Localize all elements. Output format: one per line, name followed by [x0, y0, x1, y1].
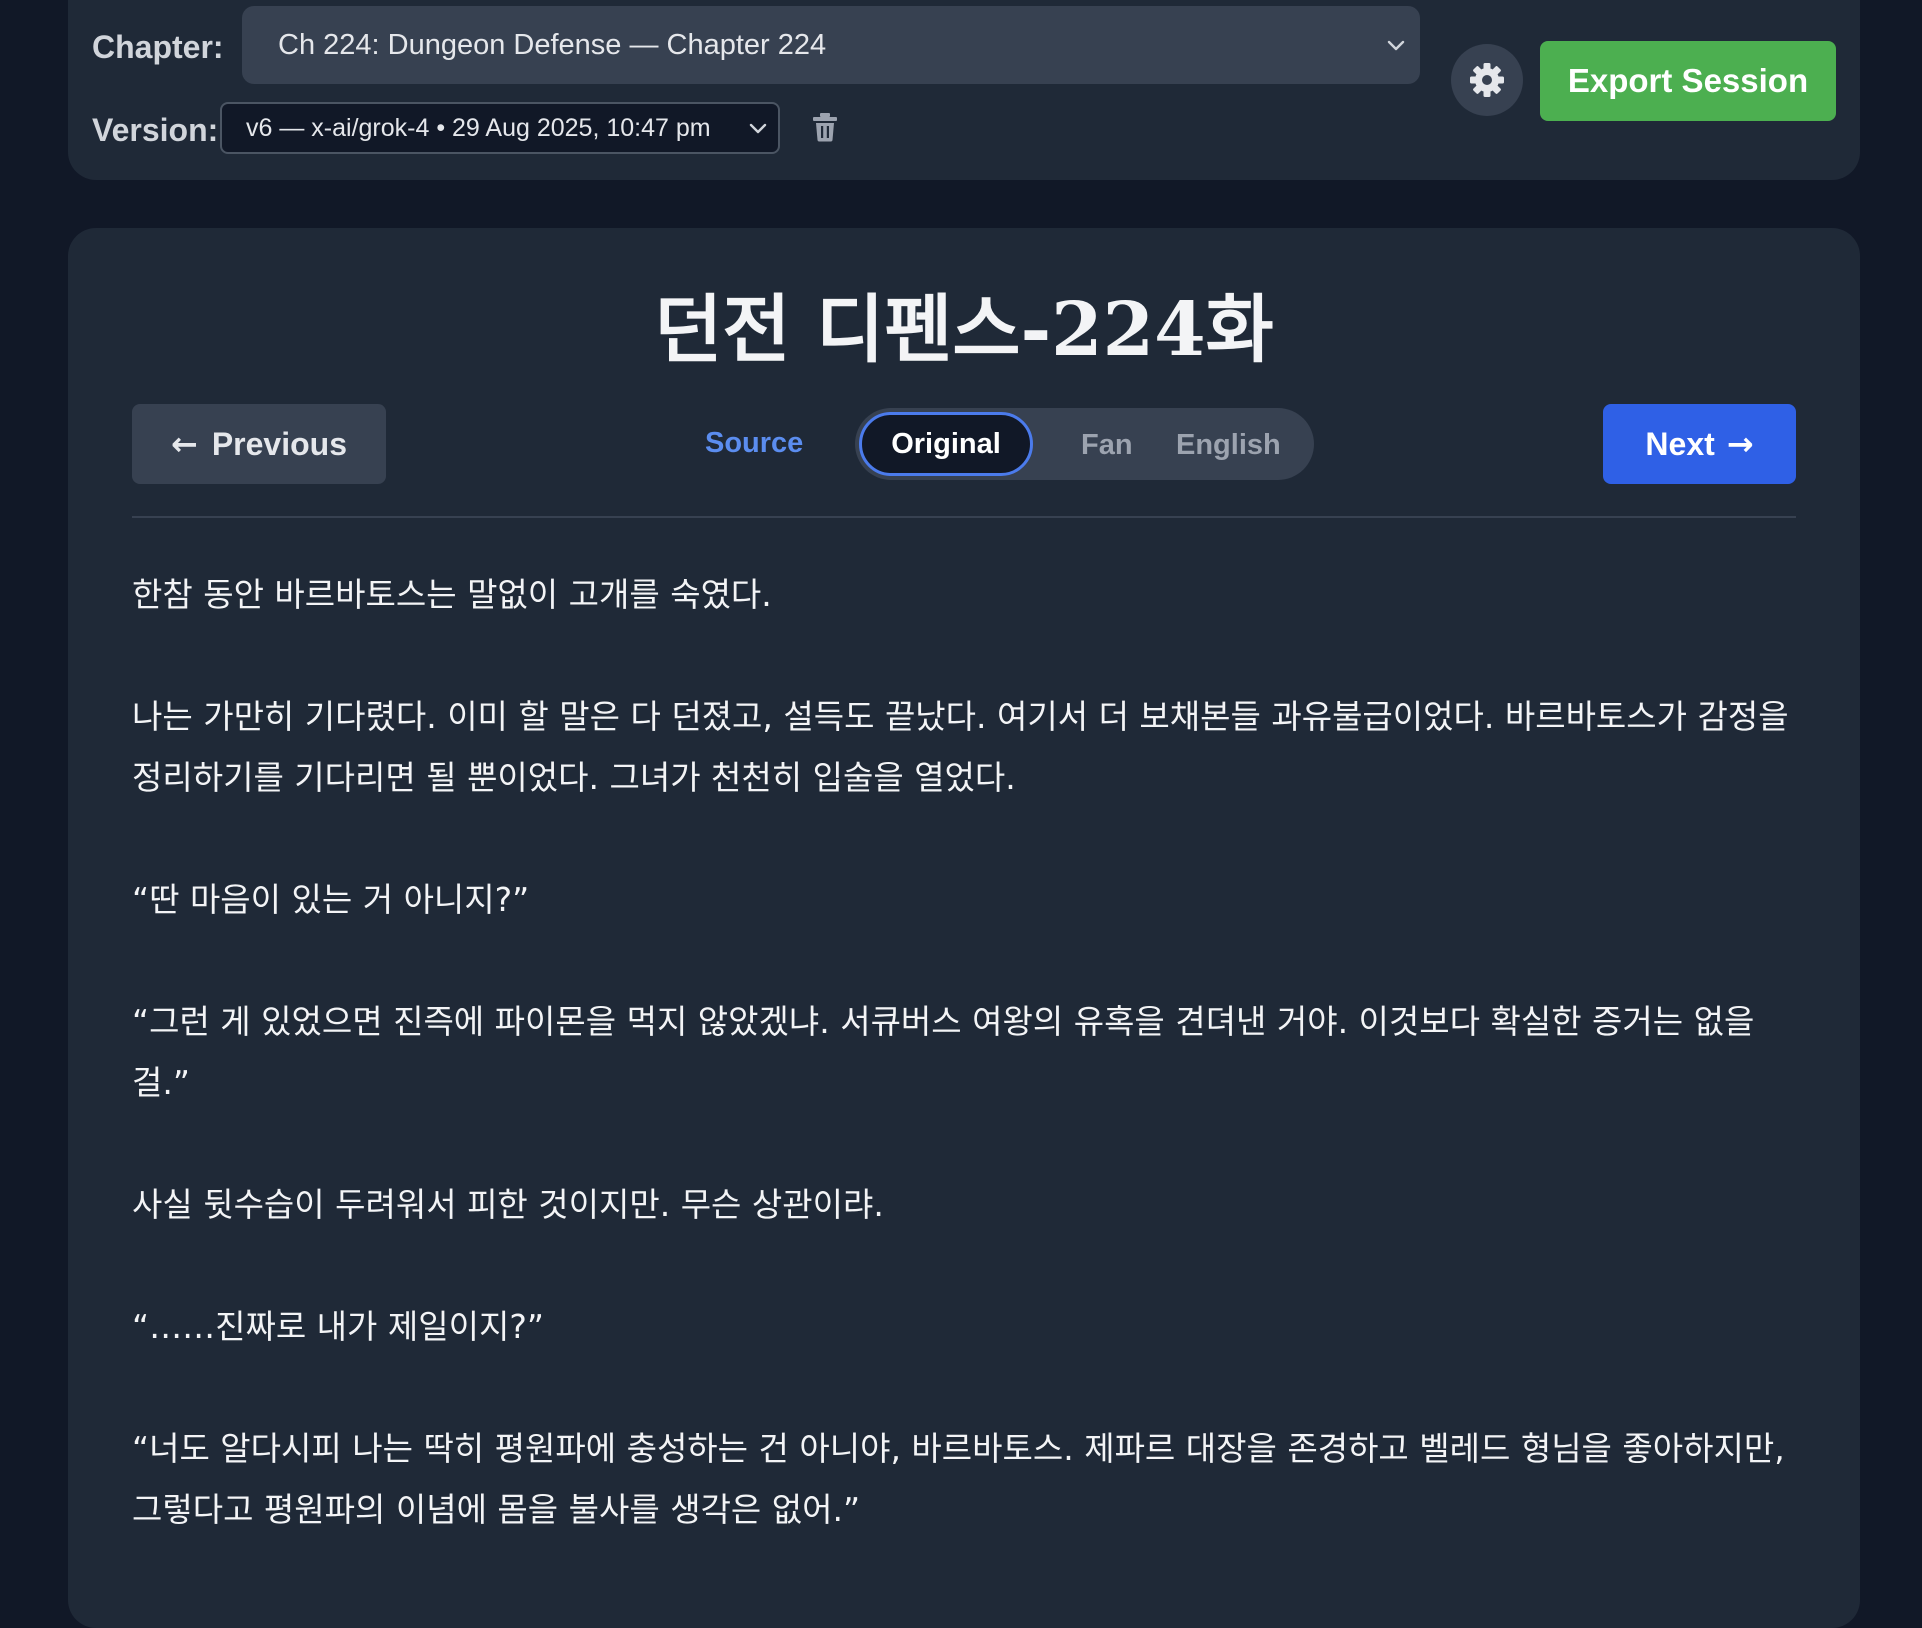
paragraph: 한참 동안 바르바토스는 말없이 고개를 숙였다. [132, 575, 772, 614]
version-label: Version: [92, 112, 219, 148]
gear-icon [1470, 63, 1504, 97]
paragraph: 나는 가만히 기다렸다. 이미 할 말은 다 던졌고, 설득도 끝났다. 여기서… [132, 697, 1789, 797]
reader-panel: 던전 디펜스-224화 ← Previous Source Original F… [68, 228, 1860, 1628]
tab-source[interactable]: Source [705, 426, 803, 461]
chapter-title: 던전 디펜스-224화 [654, 287, 1274, 373]
chapter-label: Chapter: [92, 29, 224, 65]
chapter-select[interactable]: Ch 224: Dungeon Defense — Chapter 224 [242, 6, 1420, 84]
version-select-value: v6 — x-ai/grok-4 • 29 Aug 2025, 10:47 pm [246, 113, 711, 142]
export-session-button[interactable]: Export Session [1540, 41, 1836, 121]
previous-button[interactable]: ← Previous [132, 404, 386, 484]
paragraph: “……진짜로 내가 제일이지?” [132, 1307, 544, 1346]
paragraph: 사실 뒷수습이 두려워서 피한 것이지만. 무슨 상관이랴. [132, 1185, 884, 1224]
chevron-down-icon [749, 123, 767, 134]
version-select[interactable]: v6 — x-ai/grok-4 • 29 Aug 2025, 10:47 pm [220, 102, 780, 154]
trash-icon[interactable] [812, 112, 838, 142]
tab-original[interactable]: Original [859, 412, 1033, 476]
tab-english[interactable]: English [1176, 428, 1281, 463]
version-tabs: Original Fan English [855, 408, 1314, 480]
arrow-left-icon: ← [171, 425, 198, 463]
tab-fan[interactable]: Fan [1081, 428, 1133, 463]
chevron-down-icon [1387, 40, 1405, 51]
paragraph: “그런 게 있었으면 진즉에 파이몬을 먹지 않았겠냐. 서큐버스 여왕의 유혹… [132, 1002, 1755, 1102]
next-label: Next [1645, 425, 1715, 462]
chapter-select-value: Ch 224: Dungeon Defense — Chapter 224 [278, 28, 827, 61]
divider [132, 516, 1796, 518]
settings-button[interactable] [1451, 44, 1523, 116]
session-toolbar: Chapter: Ch 224: Dungeon Defense — Chapt… [68, 0, 1860, 180]
previous-label: Previous [211, 425, 347, 462]
arrow-right-icon: → [1726, 425, 1754, 463]
next-button[interactable]: Next → [1603, 404, 1796, 484]
chapter-text: 한참 동안 바르바토스는 말없이 고개를 숙였다. 나는 가만히 기다렸다. 이… [132, 564, 1812, 1601]
paragraph: “너도 알다시피 나는 딱히 평원파에 충성하는 건 아니야, 바르바토스. 제… [132, 1429, 1785, 1529]
paragraph: “딴 마음이 있는 거 아니지?” [132, 880, 530, 919]
